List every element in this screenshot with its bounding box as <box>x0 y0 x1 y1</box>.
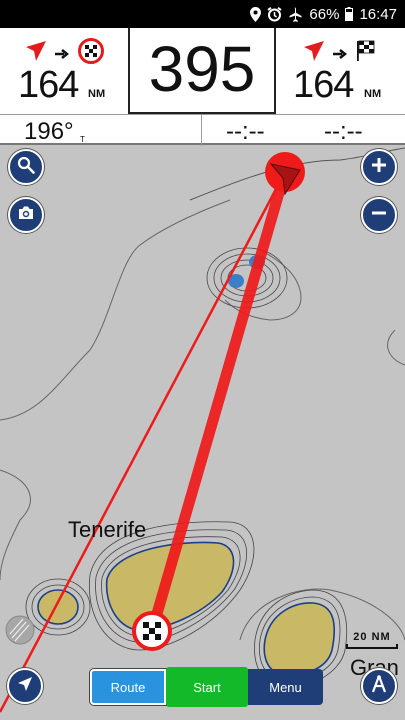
arrow-right-icon <box>333 46 348 64</box>
camera-button[interactable] <box>8 197 44 233</box>
speed-panel[interactable]: 395 <box>128 28 276 114</box>
anchor-a-icon <box>369 674 389 699</box>
distance-to-waypoint-unit: NM <box>88 88 106 100</box>
route-button[interactable]: Route <box>90 669 166 705</box>
navigation-arrow-icon <box>16 675 34 698</box>
zoom-out-button[interactable] <box>361 197 397 233</box>
scale-label: 20 NM <box>353 631 391 643</box>
bearing-unit: T <box>80 135 85 144</box>
minus-icon <box>370 204 388 227</box>
airplane-mode-icon <box>288 7 303 22</box>
navigation-dashboard: 164 NM 395 164 NM 196° T --:-- --:-- <box>0 28 405 146</box>
distance-to-destination-panel[interactable]: 164 NM <box>276 28 405 114</box>
heading-arrow-icon <box>24 40 48 67</box>
distance-to-waypoint-value: 164 <box>18 64 79 106</box>
bearing-value: 196° <box>24 118 74 145</box>
chart-map[interactable]: Tenerife Gran <box>0 145 405 720</box>
autopilot-button[interactable] <box>361 668 397 704</box>
waypoint-flag-icon <box>78 38 104 69</box>
dashboard-bottom-row: 196° T --:-- --:-- <box>0 114 405 146</box>
distance-to-destination-value: 164 <box>293 64 354 106</box>
time-to-waypoint-cell[interactable]: --:-- <box>202 115 304 146</box>
center-value: 395 <box>148 33 256 105</box>
time-to-destination-value: --:-- <box>324 118 363 145</box>
plus-icon <box>370 156 388 179</box>
status-bar: 66% 16:47 <box>0 0 405 28</box>
clock: 16:47 <box>359 5 397 23</box>
scale-bar <box>346 644 398 649</box>
start-button[interactable]: Start <box>166 667 248 707</box>
search-icon <box>17 156 35 179</box>
alarm-icon <box>267 6 283 22</box>
bearing-cell[interactable]: 196° T <box>0 115 202 146</box>
menu-button[interactable]: Menu <box>248 669 323 705</box>
search-button[interactable] <box>8 149 44 185</box>
zoom-in-button[interactable] <box>361 149 397 185</box>
center-on-boat-button[interactable] <box>7 668 43 704</box>
time-to-waypoint-value: --:-- <box>226 118 265 145</box>
battery-percent: 66% <box>309 5 340 23</box>
time-to-destination-cell[interactable]: --:-- <box>304 115 405 146</box>
camera-icon <box>17 205 35 226</box>
location-icon <box>250 6 262 22</box>
place-label-tenerife: Tenerife <box>68 517 147 542</box>
heading-arrow-icon <box>302 40 326 67</box>
arrow-right-icon <box>55 46 70 64</box>
checkered-flag-icon <box>356 40 378 67</box>
distance-to-waypoint-panel[interactable]: 164 NM <box>0 28 128 114</box>
bottom-toolbar: Route Start Menu <box>90 667 323 707</box>
distance-to-destination-unit: NM <box>364 88 382 100</box>
chart-map-canvas <box>0 147 405 713</box>
battery-icon <box>345 7 354 21</box>
map-scale: 20 NM <box>346 631 398 649</box>
